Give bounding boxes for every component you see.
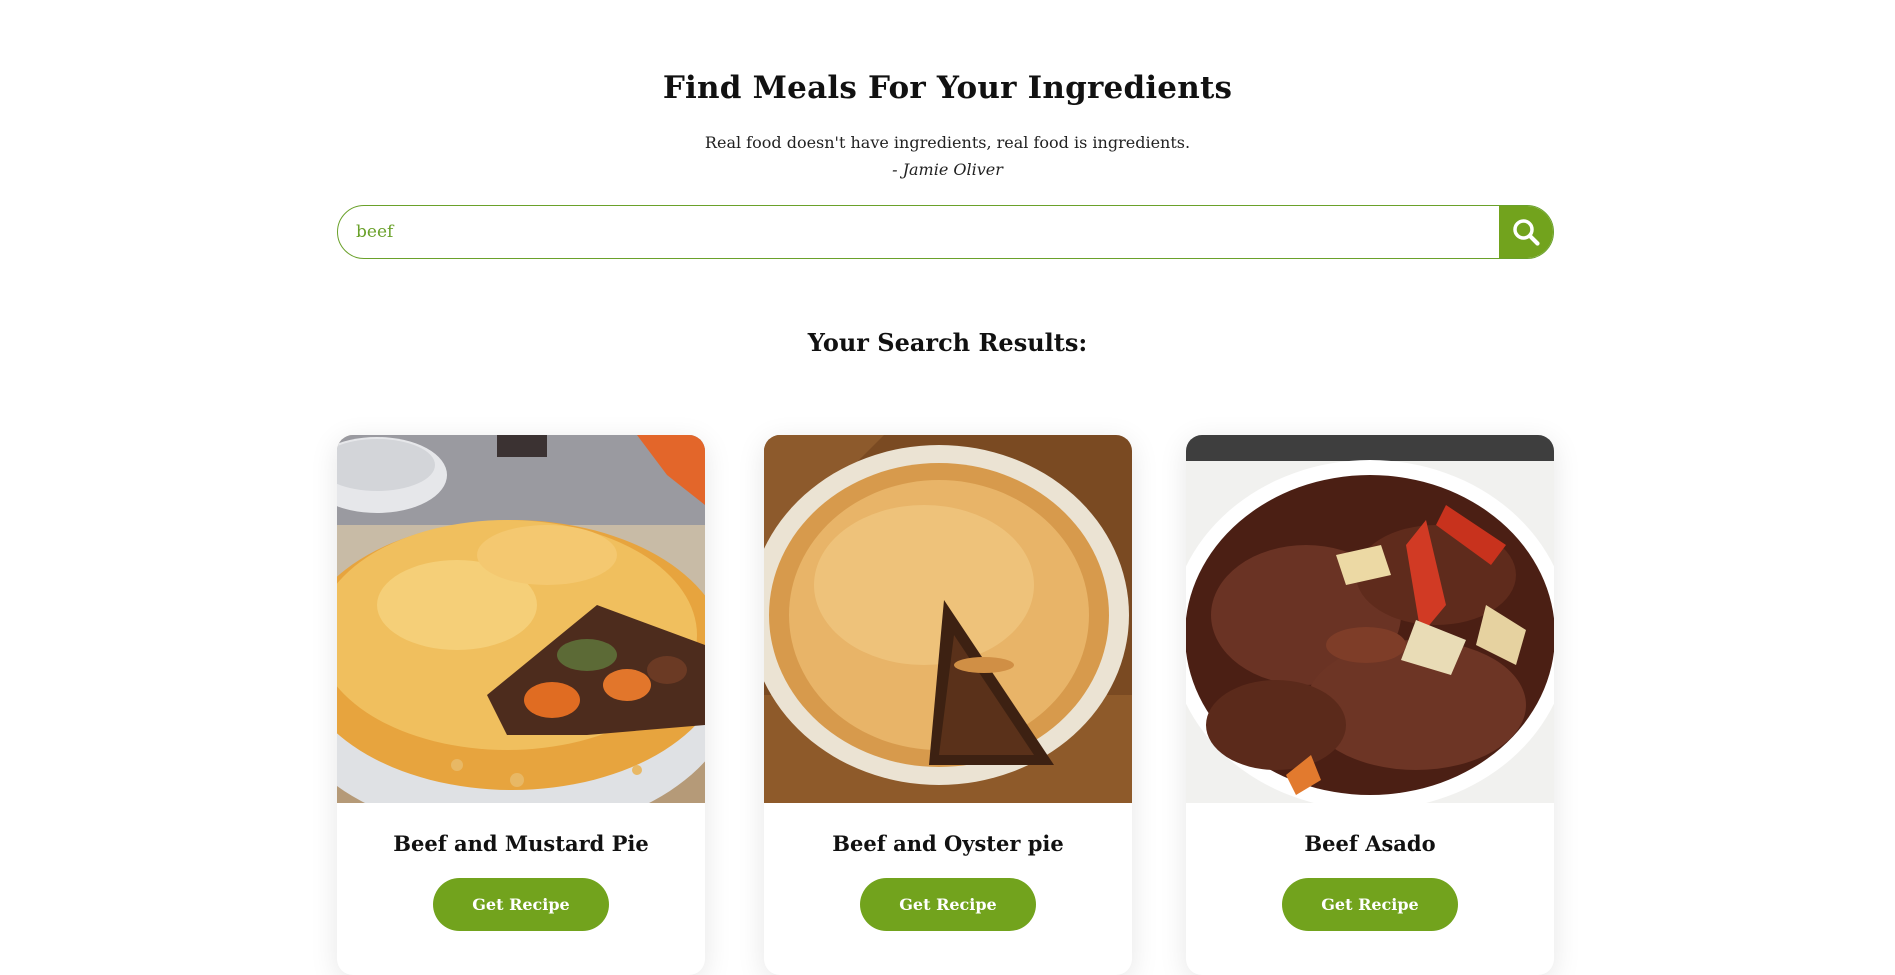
page-title: Find Meals For Your Ingredients	[662, 70, 1233, 106]
meal-card: Beef and Mustard Pie Get Recipe	[337, 435, 705, 975]
search-icon	[1513, 219, 1540, 246]
meal-name: Beef and Oyster pie	[832, 831, 1064, 856]
meal-image	[337, 435, 705, 803]
search-bar	[337, 205, 1554, 259]
meal-name: Beef and Mustard Pie	[393, 831, 649, 856]
search-input[interactable]	[338, 206, 1498, 258]
search-button[interactable]	[1499, 206, 1553, 258]
quote-author: - Jamie Oliver	[892, 160, 1003, 179]
get-recipe-button[interactable]: Get Recipe	[433, 878, 609, 931]
page: Find Meals For Your Ingredients Real foo…	[0, 0, 1895, 975]
meal-image	[764, 435, 1132, 803]
get-recipe-button[interactable]: Get Recipe	[860, 878, 1036, 931]
meal-card: Beef Asado Get Recipe	[1186, 435, 1554, 975]
header: Find Meals For Your Ingredients Real foo…	[0, 70, 1895, 179]
meal-name: Beef Asado	[1304, 831, 1436, 856]
results-title: Your Search Results:	[807, 328, 1088, 357]
meal-image	[1186, 435, 1554, 803]
meal-card: Beef and Oyster pie Get Recipe	[764, 435, 1132, 975]
get-recipe-button[interactable]: Get Recipe	[1282, 878, 1458, 931]
quote-text: Real food doesn't have ingredients, real…	[704, 133, 1191, 152]
